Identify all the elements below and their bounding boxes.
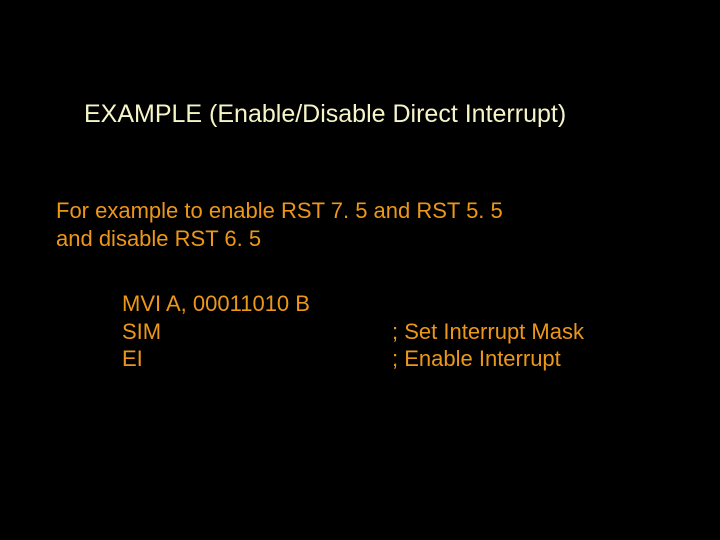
code-instr-3: EI [122, 345, 392, 373]
intro-line-1: For example to enable RST 7. 5 and RST 5… [56, 197, 503, 225]
code-instr-2: SIM [122, 318, 392, 346]
code-line-2: SIM; Set Interrupt Mask [122, 318, 584, 346]
code-instr-1: MVI A, 00011010 B [122, 290, 392, 318]
code-comment-2: ; Set Interrupt Mask [392, 318, 584, 346]
slide: EXAMPLE (Enable/Disable Direct Interrupt… [0, 0, 720, 540]
code-line-3: EI; Enable Interrupt [122, 345, 584, 373]
intro-text: For example to enable RST 7. 5 and RST 5… [56, 197, 503, 252]
code-block: MVI A, 00011010 B SIM; Set Interrupt Mas… [122, 290, 584, 373]
code-line-1: MVI A, 00011010 B [122, 290, 584, 318]
slide-title: EXAMPLE (Enable/Disable Direct Interrupt… [84, 100, 566, 129]
intro-line-2: and disable RST 6. 5 [56, 225, 503, 253]
code-comment-3: ; Enable Interrupt [392, 345, 561, 373]
